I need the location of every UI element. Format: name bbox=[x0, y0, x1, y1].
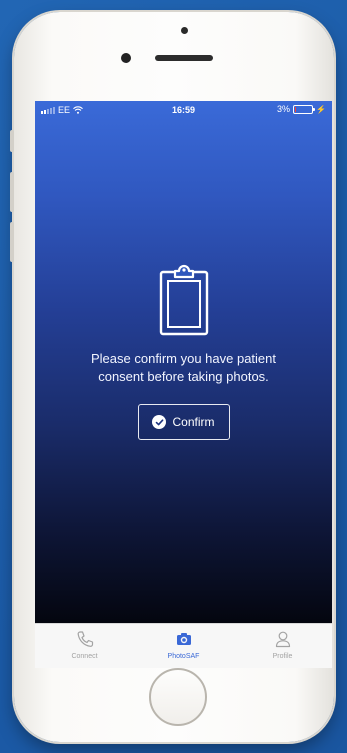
confirm-label: Confirm bbox=[172, 415, 215, 429]
proximity-sensor bbox=[181, 27, 188, 34]
earpiece-speaker bbox=[155, 55, 213, 61]
tab-label: Profile bbox=[272, 653, 293, 660]
tab-label: Connect bbox=[71, 653, 98, 660]
tab-connect[interactable]: Connect bbox=[35, 624, 134, 668]
check-circle-icon bbox=[152, 415, 167, 429]
mute-switch bbox=[10, 130, 14, 152]
phone-screen: EE 16:59 3% ⚡ Please confirm you have pa… bbox=[35, 101, 332, 668]
confirm-button[interactable]: Confirm bbox=[137, 404, 230, 440]
home-button[interactable] bbox=[149, 668, 207, 726]
tab-label: PhotoSAF bbox=[167, 653, 200, 660]
status-bar: EE 16:59 3% ⚡ bbox=[35, 101, 332, 121]
status-right: 3% ⚡ bbox=[277, 104, 326, 114]
tab-profile[interactable]: Profile bbox=[233, 624, 332, 668]
volume-up-button bbox=[10, 172, 14, 212]
phone-icon bbox=[77, 631, 93, 647]
charging-icon: ⚡ bbox=[316, 104, 326, 114]
clipboard-icon bbox=[159, 264, 208, 336]
volume-down-button bbox=[10, 222, 14, 262]
consent-block: Please confirm you have patient consent … bbox=[35, 264, 332, 440]
battery-fill bbox=[295, 106, 297, 112]
battery-percent: 3% bbox=[277, 104, 291, 114]
battery-icon bbox=[293, 104, 316, 114]
front-camera bbox=[121, 53, 131, 63]
tab-bar: Connect PhotoSAF Profile bbox=[35, 623, 332, 668]
consent-message: Please confirm you have patient consent … bbox=[91, 351, 276, 384]
tab-photosaf[interactable]: PhotoSAF bbox=[134, 624, 233, 668]
camera-icon bbox=[176, 633, 191, 645]
user-icon bbox=[275, 631, 290, 648]
photo-consent-screen: EE 16:59 3% ⚡ Please confirm you have pa… bbox=[35, 101, 332, 623]
